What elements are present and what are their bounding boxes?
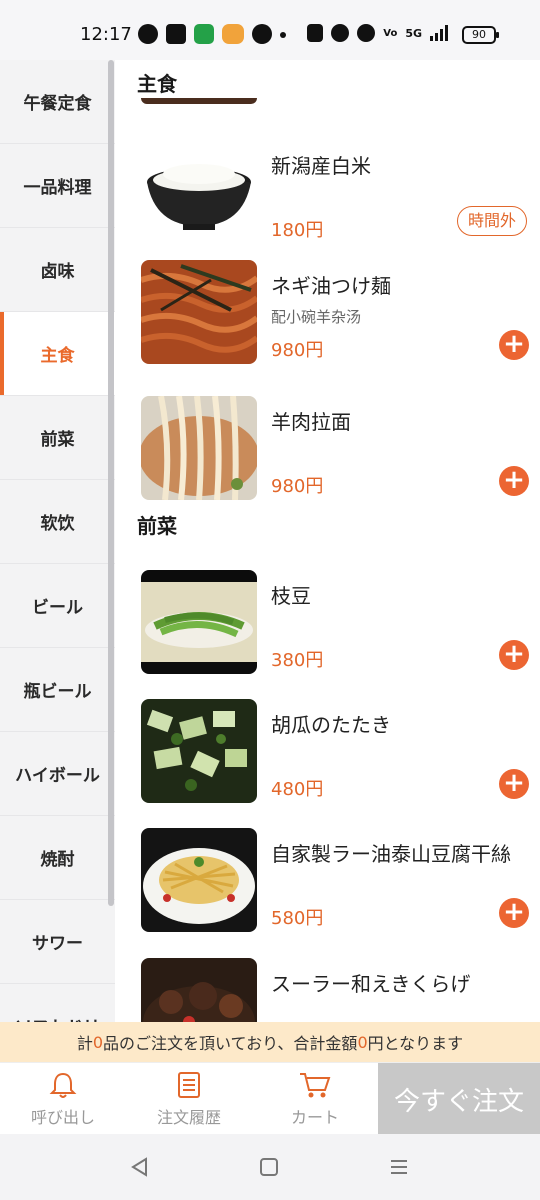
system-navigation-bar [0, 1134, 540, 1200]
dish-name: 羊肉拉面 [271, 410, 351, 434]
add-to-cart-button[interactable]: + [499, 330, 529, 360]
dish-image-cucumber[interactable] [141, 699, 257, 803]
menu-item[interactable]: 羊肉拉面 980円 + [141, 396, 531, 506]
summary-total-amount: 0 [357, 1032, 368, 1052]
status-time: 12:17 [80, 24, 132, 45]
dish-price: 180円 [271, 220, 324, 241]
dish-name: 自家製ラー油泰山豆腐干絲 [271, 842, 511, 866]
dish-image-scallion-noodles[interactable] [141, 260, 257, 364]
dish-price: 580円 [271, 908, 324, 929]
sidebar-item-soft-drink-2[interactable]: ソフトドリ [0, 984, 115, 1022]
section-title-appetizer: 前菜 [137, 514, 177, 538]
sidebar-item-highball[interactable]: ハイボール [0, 732, 115, 816]
sidebar-item-bottled-beer[interactable]: 瓶ビール [0, 648, 115, 732]
add-to-cart-button[interactable]: + [499, 466, 529, 496]
app-icon [166, 24, 186, 44]
summary-suffix: 円となります [367, 1034, 464, 1053]
add-to-cart-button[interactable]: + [499, 769, 529, 799]
section-title-staple: 主食 [137, 72, 177, 96]
order-history-label: 注文履歴 [156, 1108, 221, 1127]
category-sidebar: 午餐定食 一品料理 卤味 主食 前菜 软饮 ビール 瓶ビール ハイボール 焼酎 … [0, 60, 115, 1022]
back-triangle-icon [131, 1157, 147, 1177]
volte-icon: Vo [383, 27, 398, 39]
sidebar-item-braised[interactable]: 卤味 [0, 228, 115, 312]
order-summary: 計 0 品のご注文を頂いており、合計金額 0 円となります [0, 1022, 540, 1062]
dish-price: 980円 [271, 476, 324, 497]
menu-item[interactable]: スーラー和えきくらげ [141, 958, 531, 1022]
menu-lines-icon [391, 1160, 407, 1174]
dish-name: スーラー和えきくらげ [271, 972, 471, 996]
notification-icons [138, 24, 286, 44]
app-badge-icon [222, 24, 244, 44]
home-square-icon [260, 1158, 278, 1176]
dish-price: 480円 [271, 779, 324, 800]
order-now-button[interactable]: 今すぐ注文 [378, 1063, 540, 1135]
dish-image-edamame[interactable] [141, 570, 257, 674]
back-button[interactable] [124, 1152, 154, 1182]
battery-icon: 90 [462, 26, 499, 44]
more-dot-icon [280, 32, 286, 38]
receipt-icon [178, 1072, 200, 1098]
dish-image-rice[interactable] [141, 140, 257, 244]
cart-icon [300, 1073, 331, 1098]
bell-icon [49, 1072, 77, 1098]
dish-description: 配小碗羊杂汤 [271, 308, 362, 326]
order-history-button[interactable]: 注文履歴 [126, 1063, 252, 1135]
summary-middle: 品のご注文を頂いており、合計金額 [103, 1034, 358, 1053]
menu-item[interactable]: 新潟産白米 180円 時間外 [141, 140, 531, 250]
cart-label: カート [290, 1108, 339, 1127]
add-to-cart-button[interactable]: + [499, 898, 529, 928]
call-staff-button[interactable]: 呼び出し [0, 1063, 126, 1135]
menu-item[interactable]: 自家製ラー油泰山豆腐干絲 580円 + [141, 828, 531, 938]
sidebar-scrollbar[interactable] [108, 60, 114, 906]
nfc-icon [307, 24, 324, 42]
sidebar-item-staple[interactable]: 主食 [0, 312, 115, 396]
dish-name: 新潟産白米 [271, 154, 371, 178]
menu-item[interactable]: 枝豆 380円 + [141, 570, 531, 680]
dish-image-wood-ear[interactable] [141, 958, 257, 1022]
chat-icon [138, 24, 158, 44]
status-bar: 12:17 Vo 5G 90 [0, 0, 540, 60]
summary-item-count: 0 [92, 1032, 104, 1052]
b-app-icon [252, 24, 272, 44]
network-label: 5G [405, 26, 422, 40]
dish-price: 380円 [271, 650, 324, 671]
sidebar-item-shochu[interactable]: 焼酎 [0, 816, 115, 900]
menu-item[interactable]: ネギ油つけ麺 配小碗羊杂汤 980円 + [141, 260, 531, 370]
sidebar-item-soft-drink[interactable]: 软饮 [0, 480, 115, 564]
menu-content: 主食 新潟産白米 180円 時間外 ネギ油つけ麺 配小碗羊杂汤 980円 + 羊… [115, 60, 540, 1022]
sidebar-item-appetizer[interactable]: 前菜 [0, 396, 115, 480]
off-hours-badge: 時間外 [456, 206, 527, 236]
bottom-nav: 呼び出し 注文履歴 カート 今すぐ注文 [0, 1062, 540, 1135]
system-icons: Vo 5G [307, 24, 448, 42]
shield-icon [194, 24, 214, 44]
cut-off-dish-edge [141, 98, 257, 104]
dish-image-tofu-strips[interactable] [141, 828, 257, 932]
recents-button[interactable] [384, 1152, 414, 1182]
signal-icon [430, 25, 448, 41]
dish-name: ネギ油つけ麺 [271, 274, 391, 298]
add-to-cart-button[interactable]: + [499, 640, 529, 670]
dish-name: 枝豆 [271, 584, 311, 608]
dish-image-lamb-ramen[interactable] [141, 396, 257, 500]
sidebar-item-beer[interactable]: ビール [0, 564, 115, 648]
home-button[interactable] [254, 1152, 284, 1182]
summary-prefix: 計 [76, 1034, 93, 1053]
menu-item[interactable]: 胡瓜のたたき 480円 + [141, 699, 531, 809]
alarm-icon [331, 24, 350, 42]
cart-button[interactable]: カート [252, 1063, 378, 1135]
call-staff-label: 呼び出し [30, 1108, 95, 1127]
dish-name: 胡瓜のたたき [271, 713, 391, 737]
sidebar-item-sour[interactable]: サワー [0, 900, 115, 984]
dish-price: 980円 [271, 340, 324, 361]
sidebar-item-a-la-carte[interactable]: 一品料理 [0, 144, 115, 228]
sidebar-item-lunch-set[interactable]: 午餐定食 [0, 60, 115, 144]
mute-icon [357, 24, 376, 42]
